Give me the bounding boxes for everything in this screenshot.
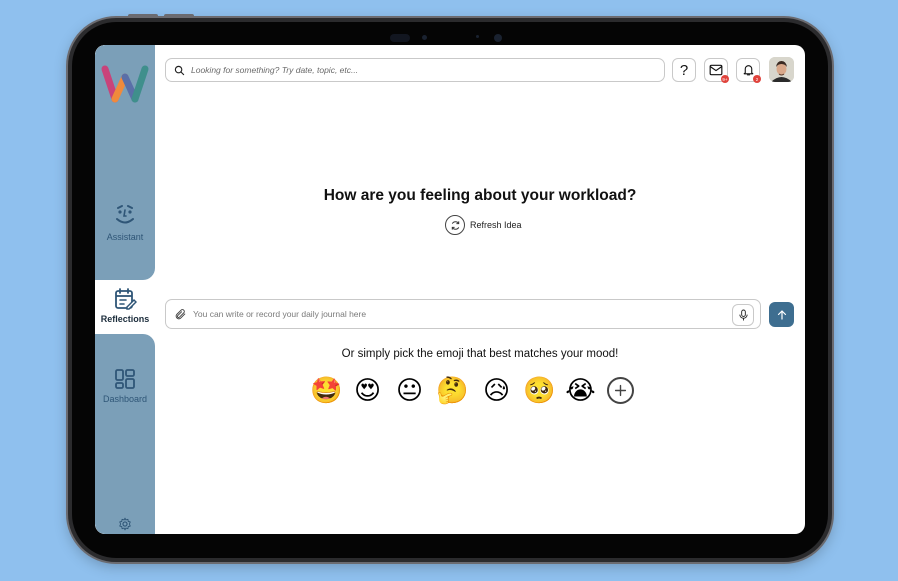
page-title: How are you feeling about your workload? xyxy=(323,187,637,204)
microphone-icon xyxy=(738,309,748,321)
mail-icon xyxy=(709,64,723,76)
help-icon: ? xyxy=(679,61,689,79)
app-screen: Assistant Reflections Dashboard Looking … xyxy=(95,45,805,534)
journal-edit-icon xyxy=(115,288,137,310)
crying-emoji-icon[interactable]: 😭 xyxy=(565,375,596,406)
volume-down-button xyxy=(164,14,194,18)
paperclip-icon[interactable] xyxy=(174,308,187,321)
add-emoji-button[interactable] xyxy=(607,377,634,404)
front-sensor-icon xyxy=(390,34,410,42)
avatar[interactable] xyxy=(769,57,794,82)
sidebar-item-reflections[interactable]: Reflections xyxy=(95,287,155,324)
emoji-prompt: Or simply pick the emoji that best match… xyxy=(341,348,619,360)
notification-button[interactable]: 2 xyxy=(736,58,761,83)
camera-lens-icon xyxy=(494,34,502,42)
journal-input-box[interactable] xyxy=(165,299,761,329)
search-input[interactable] xyxy=(191,65,611,75)
refresh-label: Refresh Idea xyxy=(470,220,522,230)
sidebar-bottom-panel xyxy=(95,334,155,534)
pleading-emoji-icon[interactable]: 🥺 xyxy=(523,375,555,406)
heart-eyes-emoji-icon[interactable]: 😍 xyxy=(352,375,383,406)
main-content: ? 9+ 2 How are you fee xyxy=(155,45,805,534)
camera-icon xyxy=(422,35,427,40)
sensor-dot-icon xyxy=(476,35,479,38)
sidebar-item-dashboard[interactable]: Dashboard xyxy=(95,367,155,404)
search-icon xyxy=(174,65,185,75)
journal-input[interactable] xyxy=(193,309,693,319)
gear-icon[interactable] xyxy=(118,517,132,531)
refresh-icon xyxy=(445,215,465,235)
sidebar-item-label: Dashboard xyxy=(102,394,148,404)
volume-up-button xyxy=(128,14,158,18)
arrow-up-icon xyxy=(777,309,786,320)
neutral-emoji-icon[interactable]: 😐 xyxy=(394,375,425,406)
help-button[interactable]: ? xyxy=(672,58,696,82)
dashboard-grid-icon xyxy=(115,369,135,389)
w-logo-icon[interactable] xyxy=(99,63,151,105)
plus-icon xyxy=(614,384,627,397)
search-bar[interactable] xyxy=(165,58,665,82)
refresh-idea-button[interactable]: Refresh Idea xyxy=(445,215,522,235)
star-struck-emoji-icon[interactable]: 🤩 xyxy=(310,375,342,406)
sad-sweat-emoji-icon[interactable]: 😥 xyxy=(481,375,512,406)
sidebar: Assistant Reflections Dashboard xyxy=(95,45,155,534)
thinking-emoji-icon[interactable]: 🤔 xyxy=(436,375,468,406)
bell-icon xyxy=(743,65,753,76)
mail-button[interactable]: 9+ xyxy=(704,58,729,83)
microphone-button[interactable] xyxy=(732,304,754,326)
sidebar-item-assistant[interactable]: Assistant xyxy=(95,203,155,242)
assistant-face-icon xyxy=(116,205,134,224)
sidebar-item-label: Reflections xyxy=(100,314,150,324)
sidebar-item-label: Assistant xyxy=(106,232,144,242)
notification-badge: 2 xyxy=(753,75,761,83)
mail-badge: 9+ xyxy=(721,75,729,83)
user-avatar-icon xyxy=(769,57,794,82)
send-button[interactable] xyxy=(769,302,794,327)
